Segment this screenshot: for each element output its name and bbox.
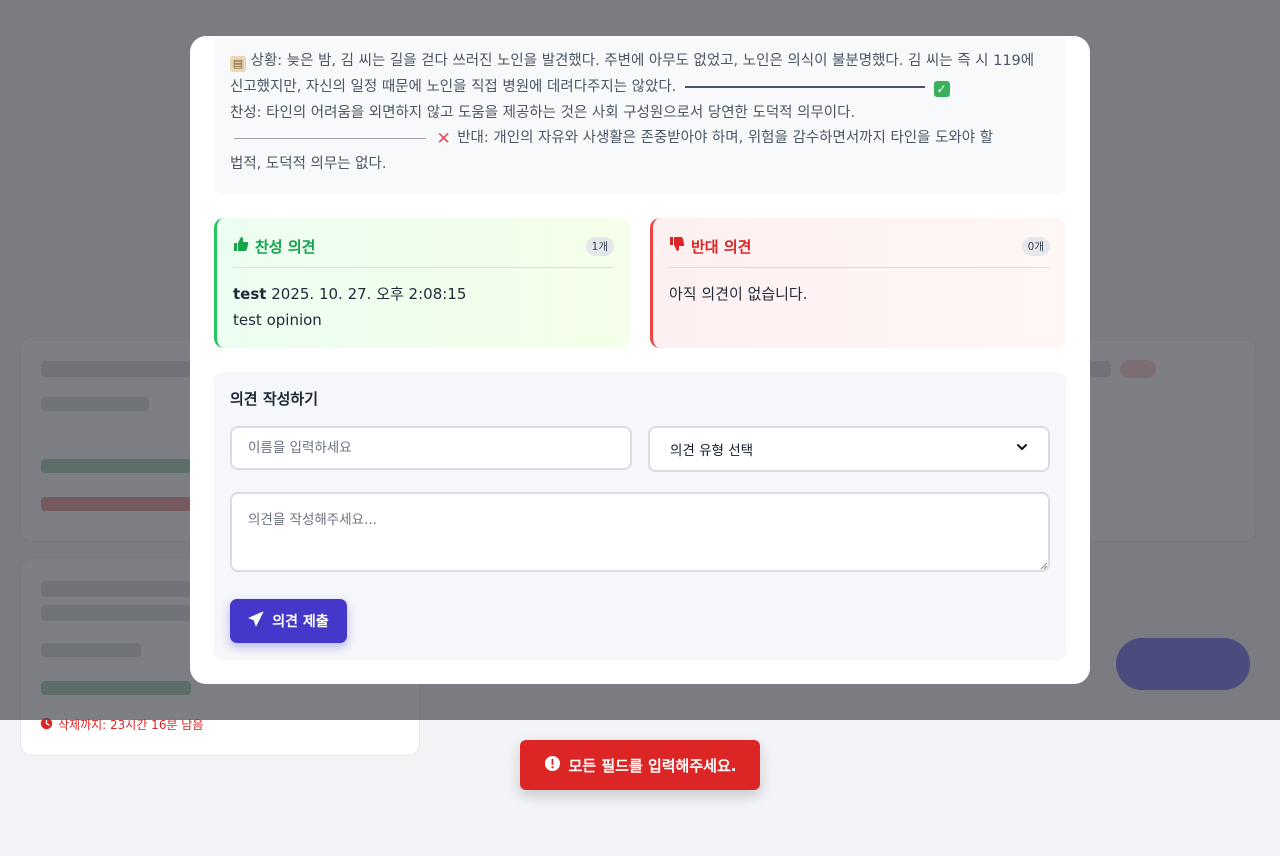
scenario-con-text: 반대: 개인의 자유와 사생활은 존중받아야 하며, 위험을 감수하면서까지 타… [457, 130, 994, 147]
alert-icon [544, 755, 561, 776]
check-icon: ✓ [933, 80, 950, 97]
thumbs-down-icon [669, 236, 685, 256]
divider [234, 137, 426, 139]
opinion-type-selected: 의견 유형 선택 [670, 443, 754, 459]
opinion-text: test opinion [233, 311, 322, 329]
pro-opinions-column: 찬성 의견 1개 test 2025. 10. 27. 오후 2:08:15 t… [214, 218, 630, 348]
chevron-down-icon [1016, 441, 1028, 457]
cross-icon: ✕ [436, 129, 451, 150]
opinion-timestamp: 2025. 10. 27. 오후 2:08:15 [271, 285, 467, 303]
thumbs-up-icon [233, 236, 249, 256]
con-title: 반대 의견 [691, 237, 752, 256]
scenario-description: ▤ 상황: 늦은 밤, 김 씨는 길을 걷다 쓰러진 노인을 발견했다. 주변에… [214, 36, 1066, 194]
form-title: 의견 작성하기 [230, 390, 319, 408]
scenario-text-1: 상황: 늦은 밤, 김 씨는 길을 걷다 쓰러진 노인을 발견했다. 주변에 아… [250, 53, 971, 69]
con-opinions-column: 반대 의견 0개 아직 의견이 없습니다. [650, 218, 1066, 348]
debate-modal: ▤ 상황: 늦은 밤, 김 씨는 길을 걷다 쓰러진 노인을 발견했다. 주변에… [190, 36, 1090, 684]
name-input[interactable] [230, 426, 632, 470]
opinion-item: test 2025. 10. 27. 오후 2:08:15 test opini… [233, 268, 614, 333]
scenario-con-text-2: 법적, 도덕적 의무는 없다. [230, 156, 387, 173]
divider [684, 85, 925, 88]
opinion-type-select[interactable]: 의견 유형 선택 [648, 426, 1050, 472]
submit-label: 의견 제출 [272, 614, 329, 630]
opinion-author: test [233, 285, 267, 303]
opinion-textarea[interactable] [230, 492, 1050, 572]
pro-count-badge: 1개 [585, 236, 614, 256]
submit-opinion-button[interactable]: 의견 제출 [230, 599, 347, 643]
con-count-badge: 0개 [1021, 236, 1050, 256]
pro-title: 찬성 의견 [255, 237, 316, 256]
clipboard-icon: ▤ [230, 56, 246, 72]
opinion-form: 의견 작성하기 의견 유형 선택 의견 제출 [214, 372, 1066, 660]
error-toast: 모든 필드를 입력해주세요. [520, 740, 760, 790]
toast-message: 모든 필드를 입력해주세요. [568, 756, 737, 775]
con-empty-text: 아직 의견이 없습니다. [669, 285, 808, 303]
send-icon [248, 611, 264, 631]
resize-handle-icon[interactable] [1040, 562, 1048, 570]
scenario-pro-text: 찬성: 타인의 어려움을 외면하지 않고 도움을 제공하는 것은 사회 구성원으… [230, 104, 856, 121]
